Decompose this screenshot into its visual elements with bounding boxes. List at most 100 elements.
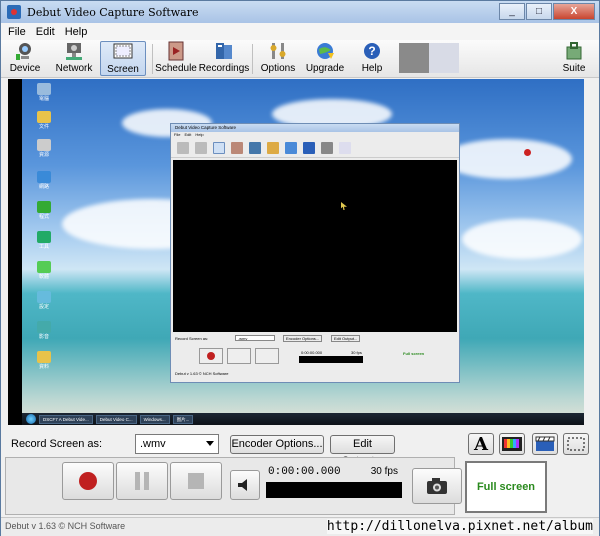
options-icon — [267, 41, 289, 61]
taskbar-item[interactable]: 图片... — [172, 414, 194, 424]
cursor-icon — [341, 202, 347, 210]
format-select[interactable]: .wmv — [135, 434, 219, 454]
snapshot-button[interactable] — [412, 468, 462, 504]
desktop-icon[interactable]: 程式 — [30, 201, 58, 220]
volume-button[interactable] — [230, 470, 260, 500]
edit-output-button[interactable]: Edit Output... — [330, 435, 395, 467]
video-effects-button[interactable] — [532, 433, 558, 455]
taskbar-item[interactable]: Windows... — [139, 414, 170, 424]
desktop-icon[interactable]: 影音 — [30, 321, 58, 340]
inner-tool-icon — [285, 141, 297, 154]
inner-status: Debut v 1.63 © NCH Software — [175, 371, 229, 376]
inner-menu-help: Help — [195, 132, 204, 137]
inner-screen-preview — [173, 160, 457, 332]
upgrade-globe-icon — [314, 41, 336, 61]
red-dot — [524, 149, 531, 156]
suite-icon — [563, 41, 585, 61]
watermark: http://dillonelva.pixnet.net/album — [326, 519, 593, 534]
inner-tool-icon — [231, 141, 243, 154]
inner-record-button — [199, 348, 223, 364]
inner-tool-icon — [213, 141, 225, 154]
toolbar-separator — [152, 44, 153, 74]
level-meter — [266, 482, 402, 498]
inner-tool-icon — [195, 141, 207, 154]
toolbar-help-button[interactable]: ? Help — [357, 41, 387, 76]
status-text: Debut v 1.63 © NCH Software — [5, 521, 126, 531]
svg-text:?: ? — [368, 44, 375, 58]
inner-edit-output: Edit Output... — [331, 335, 361, 342]
inner-record-label: Record Screen as: — [175, 336, 209, 341]
status-bar: Debut v 1.63 © NCH Software http://dillo… — [1, 517, 599, 536]
desktop-icon[interactable]: 資料 — [30, 351, 58, 370]
recordings-icon — [213, 41, 235, 61]
toolbar-schedule-label: Schedule — [155, 63, 197, 74]
desktop-icon[interactable]: 電腦 — [30, 83, 58, 102]
full-screen-button[interactable]: Full screen — [465, 461, 547, 513]
toolbar-upgrade-button[interactable]: Upgrade — [305, 41, 345, 76]
desktop-icon[interactable]: 文件 — [30, 111, 58, 130]
close-button[interactable]: X — [553, 3, 595, 20]
taskbar: DSCF7 A Debut Vide... Debut Video C... W… — [22, 413, 584, 425]
menu-file[interactable]: File — [8, 26, 26, 38]
toolbar-options-label: Options — [260, 63, 296, 74]
encoder-options-button[interactable]: Encoder Options... — [230, 435, 324, 454]
desktop-icon[interactable]: 網路 — [30, 171, 58, 190]
desktop-icon[interactable]: 工具 — [30, 231, 58, 250]
minimize-button[interactable]: _ — [499, 3, 525, 20]
elapsed-time: 0:00:00.000 — [268, 466, 341, 478]
inner-tool-icon — [249, 141, 261, 154]
toolbar-suite-button[interactable]: Suite — [561, 41, 587, 76]
window-title: Debut Video Capture Software — [27, 5, 199, 19]
stop-icon — [188, 473, 204, 489]
cloud — [462, 219, 582, 259]
toolbar-separator — [252, 44, 253, 74]
camera-icon — [427, 478, 447, 494]
taskbar-item[interactable]: Debut Video C... — [95, 414, 137, 424]
screen-icon — [112, 42, 134, 62]
schedule-icon — [165, 41, 187, 61]
time-display: 0:00:00.000 30 fps — [264, 466, 404, 502]
color-adjust-button[interactable] — [499, 433, 525, 455]
network-camera-icon — [63, 41, 85, 61]
menu-bar: File Edit Help — [1, 23, 599, 40]
speaker-icon — [238, 479, 247, 491]
inner-fps: 30 fps — [351, 350, 362, 355]
menu-help[interactable]: Help — [65, 26, 88, 38]
toolbar-device-label: Device — [9, 63, 41, 74]
text-a-icon: A — [474, 433, 488, 455]
region-select-button[interactable] — [563, 433, 589, 455]
toolbar-device-button[interactable]: Device — [7, 41, 43, 76]
record-icon — [79, 472, 97, 490]
menu-edit[interactable]: Edit — [36, 26, 55, 38]
toolbar-screen-button[interactable]: Screen — [100, 41, 146, 76]
color-bars-icon — [502, 437, 522, 451]
pause-button[interactable] — [116, 462, 168, 500]
maximize-button[interactable]: □ — [526, 3, 552, 20]
toolbar-network-button[interactable]: Network — [55, 41, 93, 76]
inner-title: Debut Video Capture Software — [171, 124, 459, 132]
desktop-icon[interactable]: 設定 — [30, 291, 58, 310]
taskbar-item[interactable]: DSCF7 A Debut Vide... — [39, 414, 93, 424]
record-button[interactable] — [62, 462, 114, 500]
inner-encoder: Encoder Options... — [283, 335, 323, 342]
text-caption-button[interactable]: A — [468, 433, 494, 455]
desktop-preview: 電腦 文件 資源 網路 程式 工具 軟體 設定 影音 資料 Debut Vide… — [22, 79, 584, 425]
inner-toolbar — [171, 138, 459, 158]
inner-full-screen: Full screen — [403, 351, 425, 356]
pause-icon — [135, 472, 149, 490]
window-controls: _ □ X — [499, 3, 595, 20]
start-button-icon[interactable] — [26, 414, 36, 424]
record-screen-label: Record Screen as: — [11, 438, 103, 450]
desktop-icon[interactable]: 軟體 — [30, 261, 58, 280]
main-window: Debut Video Capture Software _ □ X File … — [0, 0, 600, 536]
stop-button[interactable] — [170, 462, 222, 500]
inner-format: .wmv — [235, 335, 275, 341]
desktop-icon[interactable]: 資源 — [30, 139, 58, 158]
toolbar-recordings-button[interactable]: Recordings — [199, 41, 249, 76]
fps-readout: 30 fps — [370, 466, 398, 477]
cloud — [442, 139, 572, 179]
inner-tool-icon — [321, 141, 333, 154]
inner-meter — [299, 356, 363, 363]
toolbar-options-button[interactable]: Options — [259, 41, 297, 76]
toolbar-schedule-button[interactable]: Schedule — [155, 41, 197, 76]
